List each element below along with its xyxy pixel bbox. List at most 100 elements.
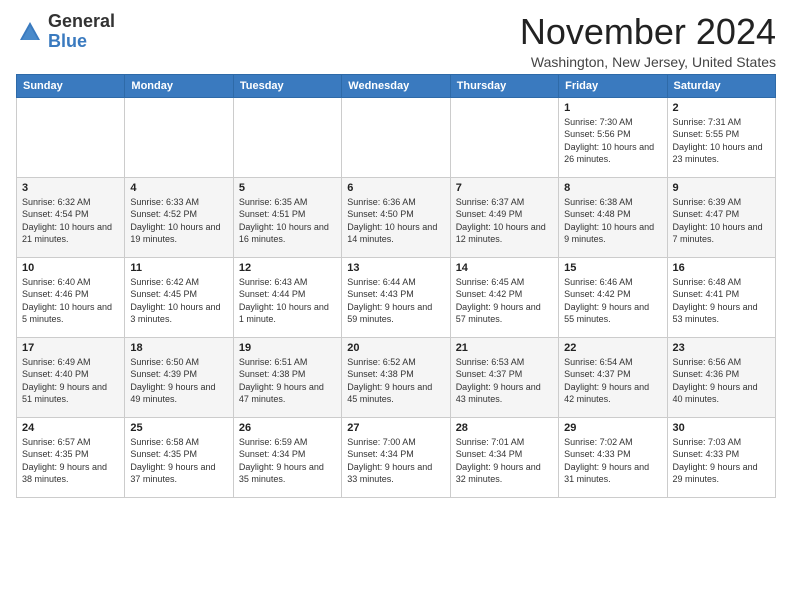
table-row: 7Sunrise: 6:37 AMSunset: 4:49 PMDaylight… xyxy=(450,177,558,257)
table-row: 3 Sunrise: 6:32 AMSunset: 4:54 PMDaylight… xyxy=(17,177,125,257)
day-number: 11 xyxy=(130,262,227,274)
day-number: 13 xyxy=(347,262,444,274)
day-number: 28 xyxy=(456,422,553,434)
table-row: 1Sunrise: 7:30 AMSunset: 5:56 PMDaylight… xyxy=(559,97,667,177)
table-row: 21 Sunrise: 6:53 AMSunset: 4:37 PMDayligh… xyxy=(450,337,558,417)
day-info: Sunrise: 7:31 AMSunset: 5:55 PMDaylight:… xyxy=(673,116,770,166)
table-row: 5 Sunrise: 6:35 AMSunset: 4:51 PMDaylight… xyxy=(233,177,341,257)
day-info: Sunrise: 6:33 AMSunset: 4:52 PMDaylight:… xyxy=(130,196,227,246)
location: Washington, New Jersey, United States xyxy=(520,54,776,70)
table-row: 15 Sunrise: 6:46 AMSunset: 4:42 PMDayligh… xyxy=(559,257,667,337)
logo-blue: Blue xyxy=(48,31,87,51)
calendar-week-4: 17 Sunrise: 6:49 AMSunset: 4:40 PMDayligh… xyxy=(17,337,776,417)
logo-icon xyxy=(16,18,44,46)
day-number: 15 xyxy=(564,262,661,274)
page: General Blue November 2024 Washington, N… xyxy=(0,0,792,506)
calendar-week-3: 10 Sunrise: 6:40 AMSunset: 4:46 PMDayligh… xyxy=(17,257,776,337)
day-number: 6 xyxy=(347,182,444,194)
table-row: 25Sunrise: 6:58 AMSunset: 4:35 PMDayligh… xyxy=(125,417,233,497)
day-number: 2 xyxy=(673,102,770,114)
table-row: 6 Sunrise: 6:36 AMSunset: 4:50 PMDaylight… xyxy=(342,177,450,257)
day-info: Sunrise: 6:50 AMSunset: 4:39 PMDaylight:… xyxy=(130,356,227,406)
day-number: 21 xyxy=(456,342,553,354)
table-row xyxy=(17,97,125,177)
day-info: Sunrise: 7:02 AMSunset: 4:33 PMDaylight:… xyxy=(564,436,661,486)
day-number: 1 xyxy=(564,102,661,114)
day-info: Sunrise: 6:53 AMSunset: 4:37 PMDaylight:… xyxy=(456,356,553,406)
day-info: Sunrise: 6:58 AMSunset: 4:35 PMDaylight:… xyxy=(130,436,227,486)
table-row: 24Sunrise: 6:57 AMSunset: 4:35 PMDayligh… xyxy=(17,417,125,497)
calendar-table: Sunday Monday Tuesday Wednesday Thursday… xyxy=(16,74,776,498)
day-info: Sunrise: 6:42 AMSunset: 4:45 PMDaylight:… xyxy=(130,276,227,326)
day-number: 17 xyxy=(22,342,119,354)
day-number: 5 xyxy=(239,182,336,194)
header-monday: Monday xyxy=(125,74,233,97)
day-info: Sunrise: 6:56 AMSunset: 4:36 PMDaylight:… xyxy=(673,356,770,406)
calendar-week-5: 24Sunrise: 6:57 AMSunset: 4:35 PMDayligh… xyxy=(17,417,776,497)
header-thursday: Thursday xyxy=(450,74,558,97)
day-info: Sunrise: 6:38 AMSunset: 4:48 PMDaylight:… xyxy=(564,196,661,246)
table-row xyxy=(233,97,341,177)
table-row: 12 Sunrise: 6:43 AMSunset: 4:44 PMDayligh… xyxy=(233,257,341,337)
header-friday: Friday xyxy=(559,74,667,97)
table-row: 20Sunrise: 6:52 AMSunset: 4:38 PMDayligh… xyxy=(342,337,450,417)
day-number: 10 xyxy=(22,262,119,274)
table-row: 10 Sunrise: 6:40 AMSunset: 4:46 PMDayligh… xyxy=(17,257,125,337)
table-row: 30Sunrise: 7:03 AMSunset: 4:33 PMDayligh… xyxy=(667,417,775,497)
table-row: 28 Sunrise: 7:01 AMSunset: 4:34 PMDayligh… xyxy=(450,417,558,497)
header-sunday: Sunday xyxy=(17,74,125,97)
day-info: Sunrise: 6:44 AMSunset: 4:43 PMDaylight:… xyxy=(347,276,444,326)
table-row: 23 Sunrise: 6:56 AMSunset: 4:36 PMDayligh… xyxy=(667,337,775,417)
table-row: 17 Sunrise: 6:49 AMSunset: 4:40 PMDayligh… xyxy=(17,337,125,417)
day-number: 12 xyxy=(239,262,336,274)
day-info: Sunrise: 6:32 AMSunset: 4:54 PMDaylight:… xyxy=(22,196,119,246)
day-number: 4 xyxy=(130,182,227,194)
day-number: 8 xyxy=(564,182,661,194)
day-number: 20 xyxy=(347,342,444,354)
day-number: 14 xyxy=(456,262,553,274)
day-number: 9 xyxy=(673,182,770,194)
day-number: 16 xyxy=(673,262,770,274)
day-number: 29 xyxy=(564,422,661,434)
day-info: Sunrise: 6:40 AMSunset: 4:46 PMDaylight:… xyxy=(22,276,119,326)
day-info: Sunrise: 6:36 AMSunset: 4:50 PMDaylight:… xyxy=(347,196,444,246)
logo-text: General Blue xyxy=(48,12,115,52)
table-row: 14 Sunrise: 6:45 AMSunset: 4:42 PMDayligh… xyxy=(450,257,558,337)
table-row: 18 Sunrise: 6:50 AMSunset: 4:39 PMDayligh… xyxy=(125,337,233,417)
day-info: Sunrise: 6:54 AMSunset: 4:37 PMDaylight:… xyxy=(564,356,661,406)
day-info: Sunrise: 7:01 AMSunset: 4:34 PMDaylight:… xyxy=(456,436,553,486)
table-row: 19 Sunrise: 6:51 AMSunset: 4:38 PMDayligh… xyxy=(233,337,341,417)
day-info: Sunrise: 6:51 AMSunset: 4:38 PMDaylight:… xyxy=(239,356,336,406)
table-row: 16Sunrise: 6:48 AMSunset: 4:41 PMDayligh… xyxy=(667,257,775,337)
table-row: 26Sunrise: 6:59 AMSunset: 4:34 PMDayligh… xyxy=(233,417,341,497)
calendar-header-row: Sunday Monday Tuesday Wednesday Thursday… xyxy=(17,74,776,97)
day-number: 19 xyxy=(239,342,336,354)
day-info: Sunrise: 6:43 AMSunset: 4:44 PMDaylight:… xyxy=(239,276,336,326)
day-info: Sunrise: 6:37 AMSunset: 4:49 PMDaylight:… xyxy=(456,196,553,246)
day-info: Sunrise: 6:46 AMSunset: 4:42 PMDaylight:… xyxy=(564,276,661,326)
table-row xyxy=(342,97,450,177)
day-info: Sunrise: 6:57 AMSunset: 4:35 PMDaylight:… xyxy=(22,436,119,486)
header: General Blue November 2024 Washington, N… xyxy=(16,12,776,70)
table-row: 22Sunrise: 6:54 AMSunset: 4:37 PMDayligh… xyxy=(559,337,667,417)
header-saturday: Saturday xyxy=(667,74,775,97)
table-row: 8 Sunrise: 6:38 AMSunset: 4:48 PMDaylight… xyxy=(559,177,667,257)
table-row: 2 Sunrise: 7:31 AMSunset: 5:55 PMDaylight… xyxy=(667,97,775,177)
day-info: Sunrise: 6:49 AMSunset: 4:40 PMDaylight:… xyxy=(22,356,119,406)
day-info: Sunrise: 6:45 AMSunset: 4:42 PMDaylight:… xyxy=(456,276,553,326)
table-row: 29 Sunrise: 7:02 AMSunset: 4:33 PMDayligh… xyxy=(559,417,667,497)
table-row: 27Sunrise: 7:00 AMSunset: 4:34 PMDayligh… xyxy=(342,417,450,497)
day-info: Sunrise: 6:39 AMSunset: 4:47 PMDaylight:… xyxy=(673,196,770,246)
day-number: 26 xyxy=(239,422,336,434)
table-row: 4 Sunrise: 6:33 AMSunset: 4:52 PMDaylight… xyxy=(125,177,233,257)
title-block: November 2024 Washington, New Jersey, Un… xyxy=(520,12,776,70)
day-number: 23 xyxy=(673,342,770,354)
header-wednesday: Wednesday xyxy=(342,74,450,97)
calendar-week-2: 3 Sunrise: 6:32 AMSunset: 4:54 PMDaylight… xyxy=(17,177,776,257)
day-number: 3 xyxy=(22,182,119,194)
logo-general: General xyxy=(48,11,115,31)
day-info: Sunrise: 6:35 AMSunset: 4:51 PMDaylight:… xyxy=(239,196,336,246)
day-number: 18 xyxy=(130,342,227,354)
header-tuesday: Tuesday xyxy=(233,74,341,97)
table-row: 11 Sunrise: 6:42 AMSunset: 4:45 PMDayligh… xyxy=(125,257,233,337)
